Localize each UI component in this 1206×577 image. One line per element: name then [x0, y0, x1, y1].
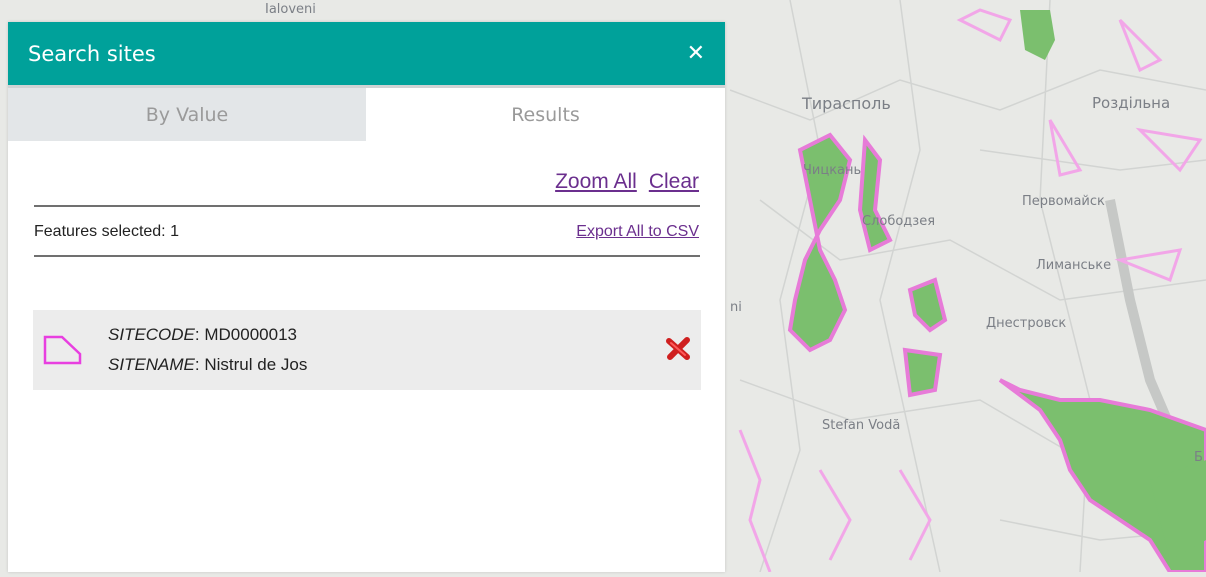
- close-icon[interactable]: ✕: [687, 41, 705, 66]
- map-label: Ialoveni: [265, 2, 316, 17]
- map-label: Лиманське: [1036, 258, 1112, 273]
- polygon-icon: [43, 335, 82, 365]
- map-label: Тирасполь: [802, 94, 891, 113]
- sitecode-label: SITECODE: [108, 325, 195, 344]
- tab-bar: By Value Results: [8, 85, 725, 141]
- tab-results[interactable]: Results: [366, 88, 725, 141]
- sitename-line: SITENAME: Nistrul de Jos: [108, 350, 307, 380]
- map-label: Б: [1194, 450, 1203, 465]
- tab-by-value[interactable]: By Value: [8, 88, 366, 141]
- features-selected-text: Features selected: 1: [34, 223, 179, 240]
- features-row: Features selected: 1 Export All to CSV: [34, 223, 699, 241]
- search-sites-panel: Search sites ✕ By Value Results Zoom All…: [8, 22, 725, 572]
- map-label: Днестровск: [986, 316, 1067, 331]
- map-label: Stefan Vodă: [822, 418, 901, 433]
- result-actions: Zoom All Clear: [34, 170, 699, 194]
- divider: [34, 255, 700, 257]
- sitecode-value: : MD0000013: [194, 325, 297, 344]
- clear-link[interactable]: Clear: [649, 170, 699, 193]
- map-label: Чицкань: [803, 163, 862, 178]
- sitename-label: SITENAME: [108, 355, 195, 374]
- divider: [34, 205, 700, 207]
- export-csv-link[interactable]: Export All to CSV: [576, 223, 699, 241]
- map-label: Первомайск: [1022, 194, 1105, 209]
- map-label: Слободзея: [862, 214, 936, 229]
- map-label: Роздільна: [1092, 94, 1171, 112]
- result-item[interactable]: SITECODE: MD0000013 SITENAME: Nistrul de…: [33, 310, 701, 390]
- zoom-all-link[interactable]: Zoom All: [555, 170, 637, 193]
- panel-title: Search sites: [28, 41, 156, 66]
- sitecode-line: SITECODE: MD0000013: [108, 320, 307, 350]
- result-text: SITECODE: MD0000013 SITENAME: Nistrul de…: [108, 320, 307, 380]
- map-label: ni: [730, 300, 742, 315]
- panel-header: Search sites ✕: [8, 22, 725, 85]
- sitename-value: : Nistrul de Jos: [194, 355, 308, 374]
- remove-icon[interactable]: [663, 335, 693, 363]
